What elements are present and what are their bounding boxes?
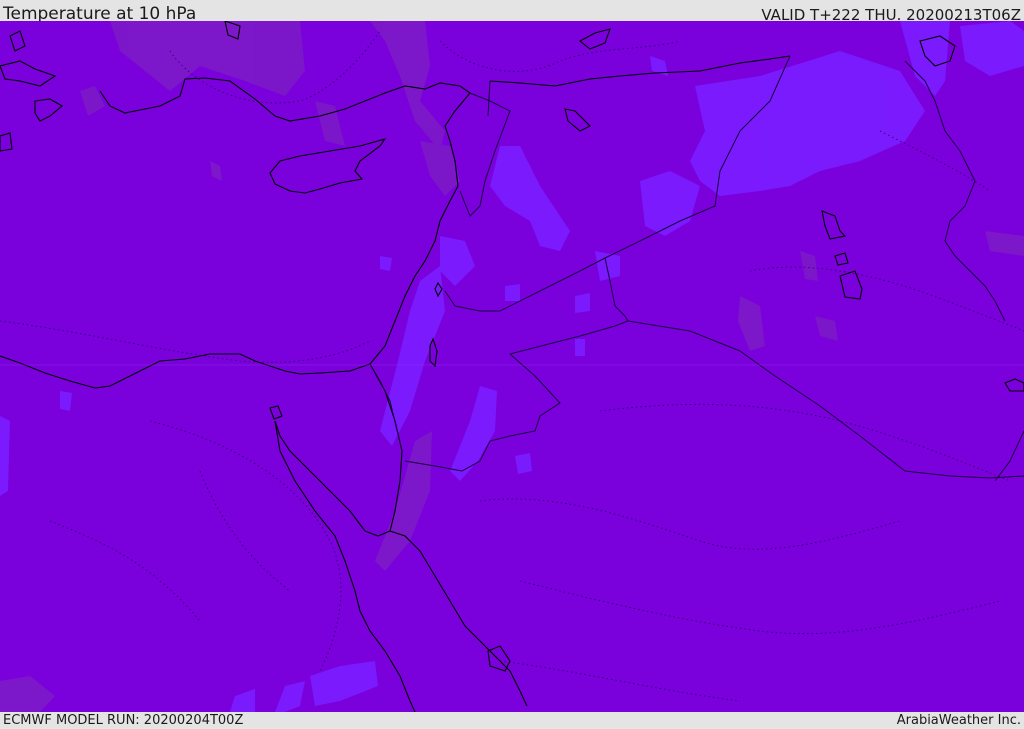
credit-label: ArabiaWeather Inc.	[896, 713, 1021, 728]
header-bar: Temperature at 10 hPa VALID T+222 THU. 2…	[0, 0, 1024, 24]
model-run-label: ECMWF MODEL RUN: 20200204T00Z	[3, 713, 244, 728]
temperature-map[interactable]	[0, 21, 1024, 712]
footer-bar: ECMWF MODEL RUN: 20200204T00Z ArabiaWeat…	[0, 712, 1024, 729]
map-canvas	[0, 21, 1024, 712]
